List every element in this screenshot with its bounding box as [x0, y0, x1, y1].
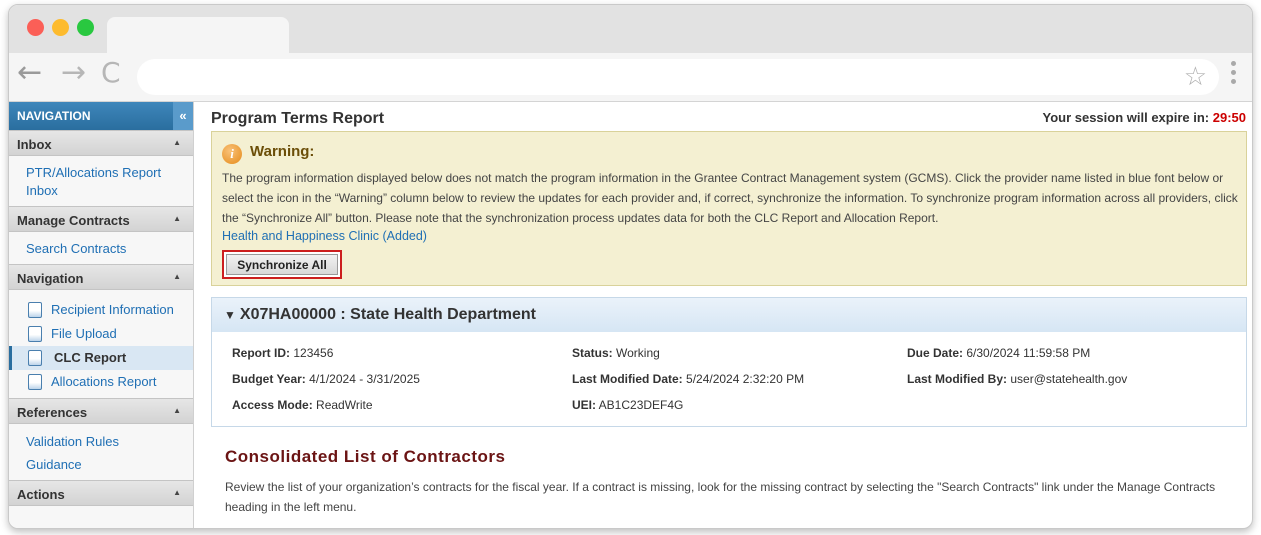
field-value: 6/30/2024 11:59:58 PM: [966, 346, 1091, 360]
reload-icon[interactable]: C: [101, 58, 121, 88]
sidebar-item-allocations-report[interactable]: Allocations Report: [9, 370, 193, 394]
sidebar-item-label: File Upload: [51, 326, 117, 341]
field-label: Due Date:: [907, 346, 964, 360]
collapse-caret-icon: ▲: [173, 488, 181, 497]
sidebar-item-recipient-information[interactable]: Recipient Information: [9, 298, 193, 322]
section-actions-title: Actions: [17, 487, 65, 502]
field-label: Last Modified By:: [907, 372, 1008, 386]
session-timer: Your session will expire in: 29:50: [1042, 110, 1246, 125]
session-countdown: 29:50: [1212, 110, 1246, 125]
bookmark-star-icon[interactable]: ☆: [1184, 62, 1207, 92]
uei-field: UEI: AB1C23DEF4G: [572, 398, 683, 412]
address-bar[interactable]: ☆: [137, 59, 1219, 95]
field-value: user@statehealth.gov: [1010, 372, 1128, 386]
minimize-window-button[interactable]: [52, 19, 69, 36]
section-references-title: References: [17, 405, 88, 420]
warning-info-icon: i: [222, 144, 242, 164]
browser-toolbar: ← → C ☆: [9, 53, 1252, 102]
access-mode-field: Access Mode: ReadWrite: [232, 398, 373, 412]
sidebar-item-clc-report[interactable]: CLC Report: [9, 346, 193, 370]
maximize-window-button[interactable]: [77, 19, 94, 36]
forward-arrow-icon[interactable]: →: [61, 58, 86, 88]
sidebar-item-label: CLC Report: [54, 350, 127, 365]
field-label: Status:: [572, 346, 613, 360]
report-id-field: Report ID: 123456: [232, 346, 333, 360]
clc-section-text: Review the list of your organization’s c…: [225, 480, 1216, 514]
last-modified-date-field: Last Modified Date: 5/24/2024 2:32:20 PM: [572, 372, 804, 386]
browser-tab[interactable]: [107, 17, 289, 57]
status-field: Status: Working: [572, 346, 660, 360]
sidebar-link-ptr-inbox[interactable]: PTR/Allocations Report Inbox: [9, 164, 193, 200]
session-label: Your session will expire in:: [1042, 110, 1210, 125]
document-icon: [28, 374, 42, 390]
document-icon: [28, 326, 42, 342]
grantee-header[interactable]: ▼ X07HA00000 : State Health Department: [212, 298, 1246, 332]
document-icon: [28, 302, 42, 318]
section-manage-contracts-title: Manage Contracts: [17, 213, 130, 228]
sidebar-link-search-contracts[interactable]: Search Contracts: [9, 240, 193, 258]
main-content: Program Terms Report Your session will e…: [205, 102, 1252, 528]
inbox-links: PTR/Allocations Report Inbox: [9, 156, 193, 206]
document-icon: [28, 350, 42, 366]
sidebar-header: NAVIGATION «: [9, 102, 193, 130]
collapse-caret-icon: ▲: [173, 406, 181, 415]
tab-strip: [9, 5, 1252, 57]
browser-menu-icon[interactable]: [1231, 61, 1237, 88]
synchronize-all-button[interactable]: Synchronize All: [222, 250, 342, 279]
section-inbox-title: Inbox: [17, 137, 52, 152]
field-label: UEI:: [572, 398, 596, 412]
section-navigation[interactable]: Navigation ▲: [9, 264, 193, 290]
field-label: Last Modified Date:: [572, 372, 683, 386]
browser-window: ← → C ☆ NAVIGATION « Inbox ▲ PTR/Allocat…: [8, 4, 1253, 529]
field-value: AB1C23DEF4G: [598, 398, 684, 412]
field-label: Budget Year:: [232, 372, 306, 386]
sidebar-item-file-upload[interactable]: File Upload: [9, 322, 193, 346]
sidebar-item-label: Recipient Information: [51, 302, 174, 317]
close-window-button[interactable]: [27, 19, 44, 36]
field-label: Report ID:: [232, 346, 290, 360]
collapse-caret-icon: ▲: [173, 138, 181, 147]
collapse-caret-icon: ▲: [173, 272, 181, 281]
section-actions[interactable]: Actions ▲: [9, 480, 193, 506]
warning-panel: i Warning: The program information displ…: [211, 131, 1247, 286]
sidebar-header-title: NAVIGATION: [17, 109, 91, 123]
collapse-caret-icon: ▲: [173, 214, 181, 223]
collapse-sidebar-icon[interactable]: «: [173, 102, 193, 130]
navigation-items: Recipient Information File Upload CLC Re…: [9, 290, 193, 398]
section-references[interactable]: References ▲: [9, 398, 193, 424]
section-manage-contracts[interactable]: Manage Contracts ▲: [9, 206, 193, 232]
field-value: 5/24/2024 2:32:20 PM: [686, 372, 805, 386]
field-value: 123456: [293, 346, 334, 360]
sidebar-link-guidance[interactable]: Guidance: [9, 456, 193, 474]
expand-toggle-icon[interactable]: ▼: [224, 308, 236, 322]
page-title: Program Terms Report: [211, 110, 385, 127]
last-modified-by-field: Last Modified By: user@statehealth.gov: [907, 372, 1127, 386]
field-label: Access Mode:: [232, 398, 313, 412]
clc-section-title: Consolidated List of Contractors: [225, 447, 506, 466]
sidebar: NAVIGATION « Inbox ▲ PTR/Allocations Rep…: [9, 102, 194, 528]
synchronize-all-label: Synchronize All: [226, 254, 338, 275]
section-inbox[interactable]: Inbox ▲: [9, 130, 193, 156]
budget-year-field: Budget Year: 4/1/2024 - 3/31/2025: [232, 372, 420, 386]
sidebar-link-validation-rules[interactable]: Validation Rules: [9, 433, 193, 451]
field-value: 4/1/2024 - 3/31/2025: [309, 372, 420, 386]
warning-title: Warning:: [250, 143, 315, 160]
field-value: ReadWrite: [316, 398, 373, 412]
back-arrow-icon[interactable]: ←: [17, 58, 42, 88]
due-date-field: Due Date: 6/30/2024 11:59:58 PM: [907, 346, 1090, 360]
provider-link[interactable]: Health and Happiness Clinic (Added): [222, 229, 427, 243]
grantee-panel: ▼ X07HA00000 : State Health Department Re…: [211, 297, 1247, 427]
warning-text: The program information displayed below …: [222, 171, 1238, 225]
grantee-title: X07HA00000 : State Health Department: [239, 306, 536, 323]
manage-contracts-links: Search Contracts: [9, 232, 193, 264]
section-navigation-title: Navigation: [17, 271, 84, 286]
references-links: Validation Rules Guidance: [9, 424, 193, 480]
sidebar-item-label: Allocations Report: [51, 374, 157, 389]
field-value: Working: [616, 346, 660, 360]
